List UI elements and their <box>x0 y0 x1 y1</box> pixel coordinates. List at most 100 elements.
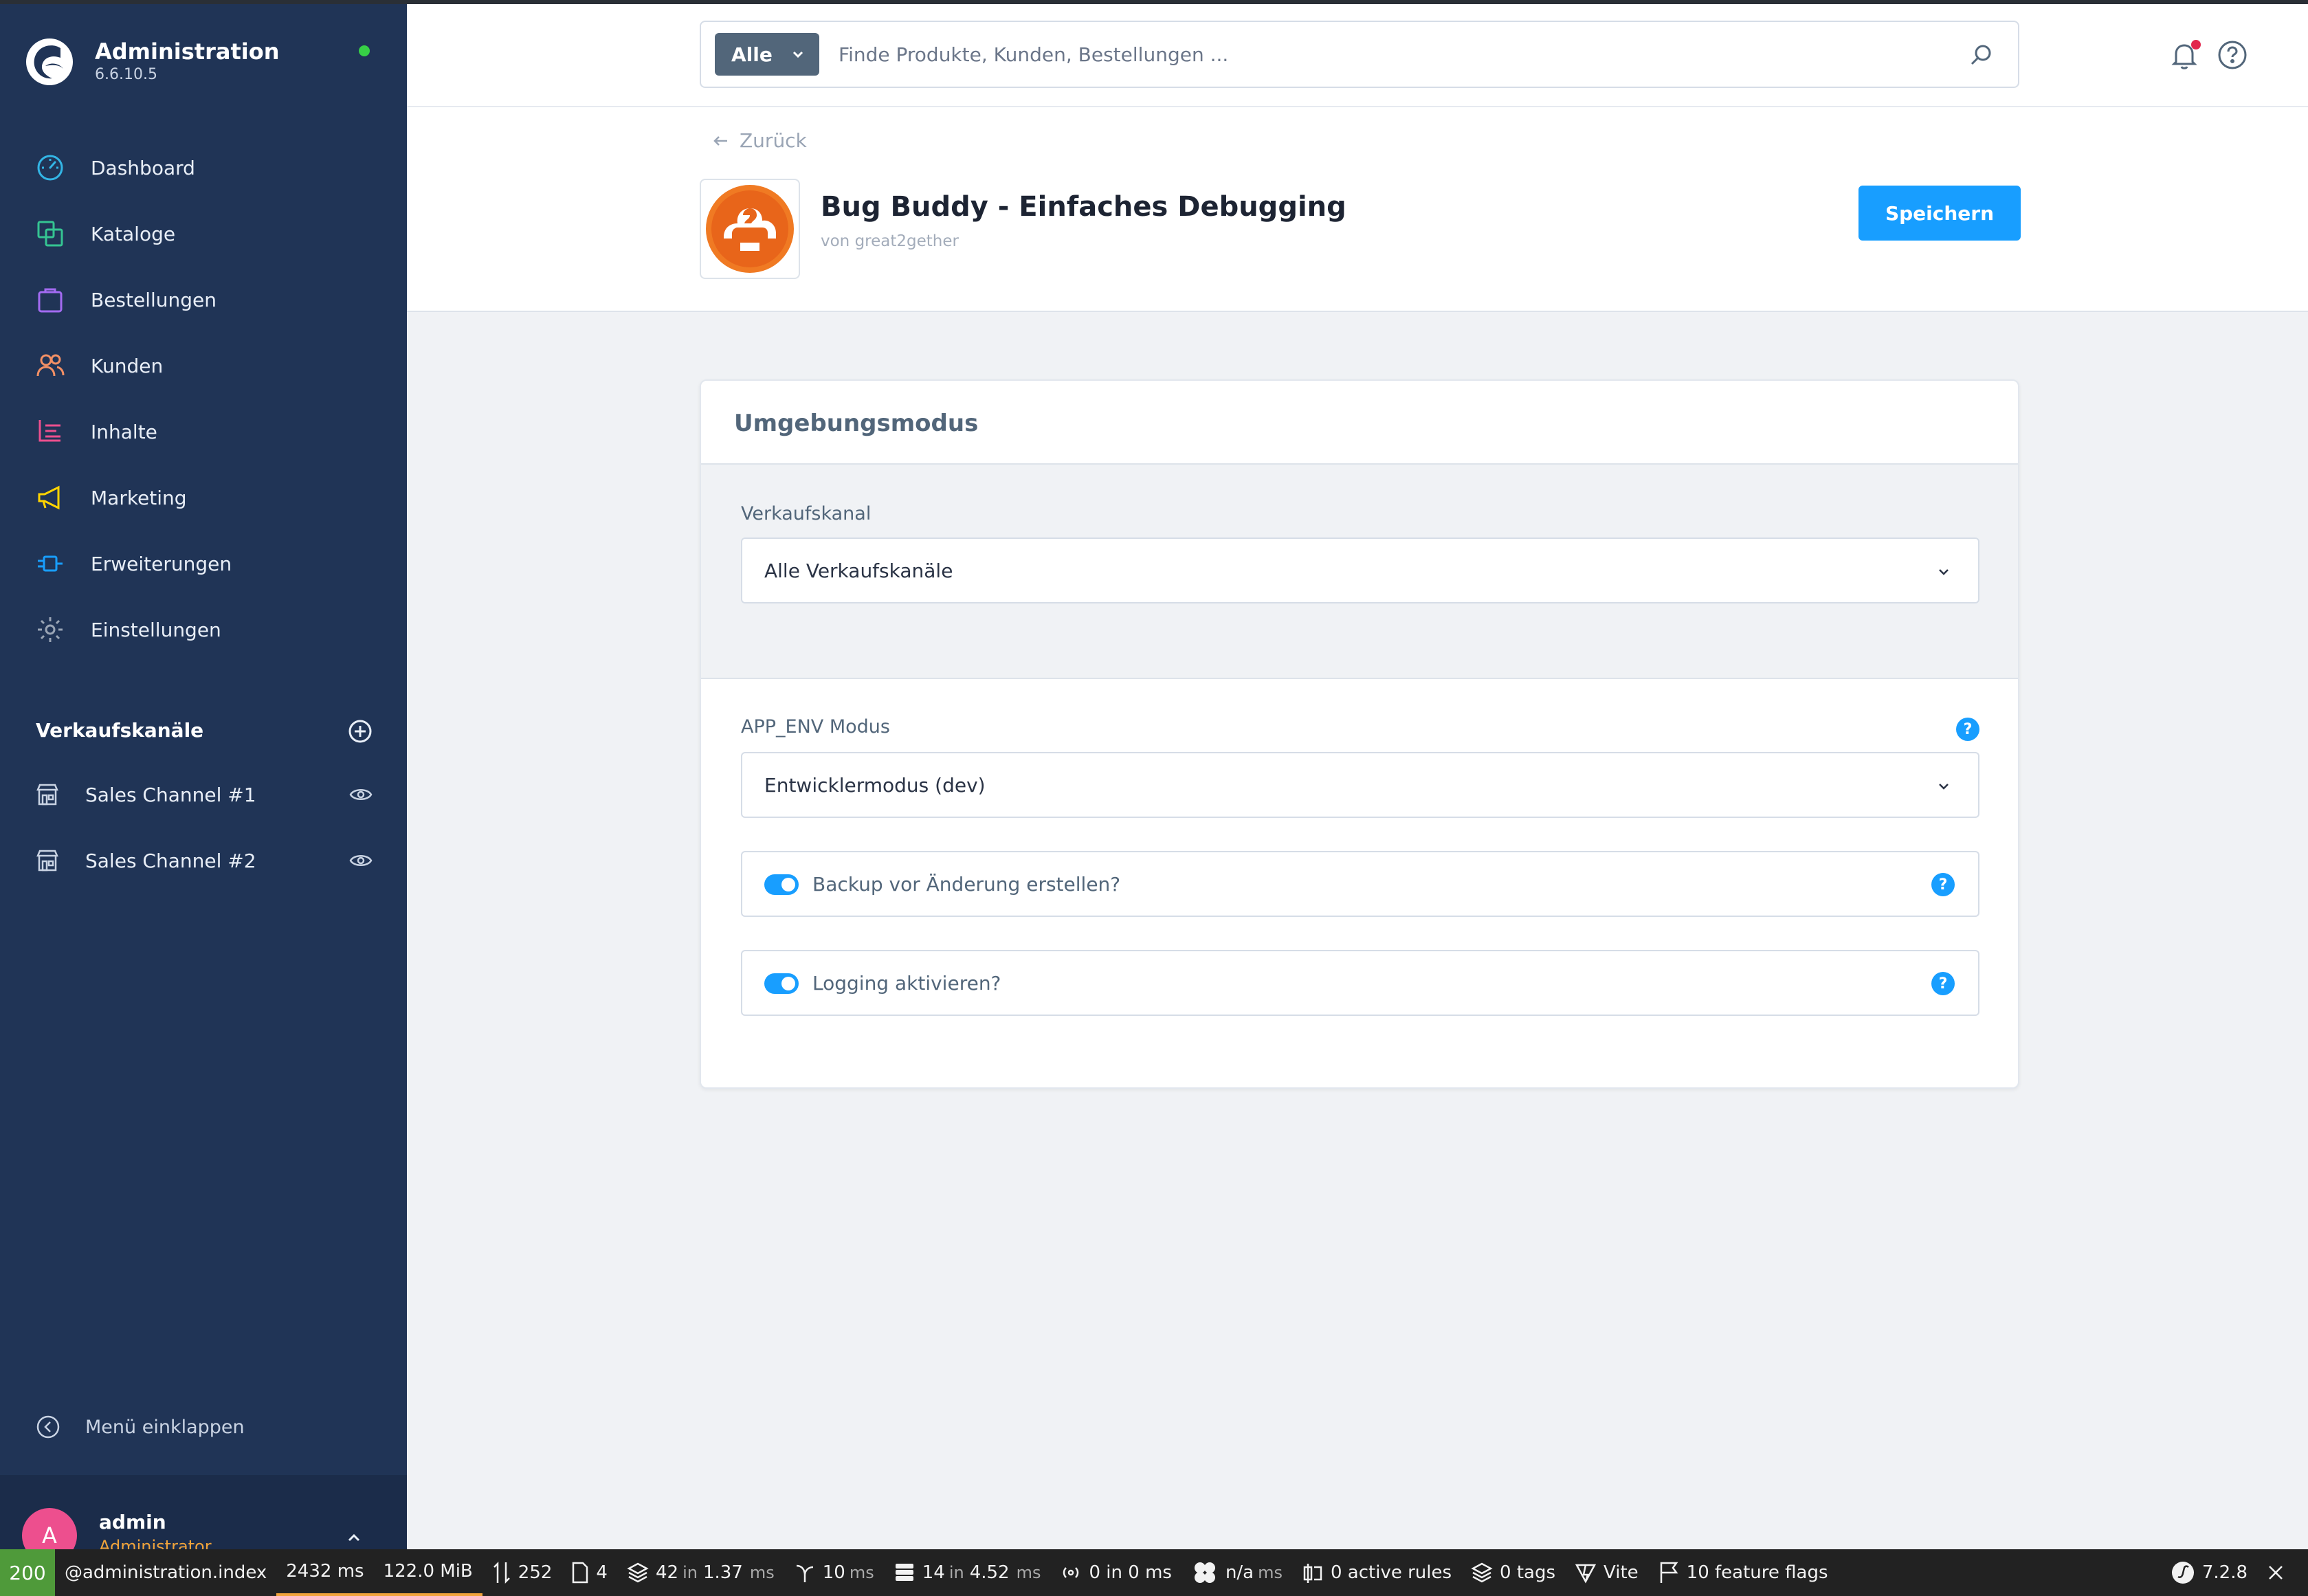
vite-icon <box>1575 1564 1597 1584</box>
search-type-label: Alle <box>731 43 773 66</box>
nav-item-catalog[interactable]: Kataloge <box>0 201 407 267</box>
eye-icon[interactable] <box>349 849 373 872</box>
database-info[interactable]: 14 in 4.52 ms <box>884 1549 1051 1596</box>
nav-label: Bestellungen <box>91 288 217 311</box>
event-icon <box>796 1564 813 1582</box>
status-code-badge[interactable]: 200 <box>0 1549 55 1596</box>
time-info[interactable]: 2432 ms <box>276 1549 374 1596</box>
app-title: Administration <box>95 38 280 65</box>
cache-in: in <box>683 1563 698 1582</box>
symfony-logo-icon <box>2171 1562 2194 1584</box>
settings-icon <box>38 617 63 642</box>
file-icon <box>573 1562 588 1584</box>
nav-item-dashboard[interactable]: Dashboard <box>0 135 407 201</box>
nav-item-content[interactable]: Inhalte <box>0 399 407 465</box>
search-icon[interactable] <box>1967 41 1995 69</box>
tags-info[interactable]: 0 tags <box>1461 1549 1565 1596</box>
user-menu[interactable]: A admin Administrator <box>0 1475 407 1549</box>
memory-info[interactable]: 122.0 MiB <box>373 1549 482 1596</box>
search-type-select[interactable]: Alle <box>715 33 819 76</box>
http-client-info[interactable]: 0 in 0 ms <box>1050 1549 1181 1596</box>
content-icon <box>38 420 60 442</box>
add-sales-channel-icon[interactable] <box>348 719 373 744</box>
storefront-icon <box>36 784 58 806</box>
divider <box>701 678 2018 679</box>
marketing-icon <box>38 485 60 510</box>
db-count: 14 <box>922 1562 945 1583</box>
requests-info[interactable]: 252 <box>482 1549 562 1596</box>
cache-unit: ms <box>749 1563 775 1582</box>
layers-icon <box>627 1562 649 1583</box>
files-info[interactable]: 4 <box>562 1549 617 1596</box>
db-in: in <box>948 1563 964 1582</box>
back-link[interactable]: Zurück <box>712 129 807 152</box>
online-status-dot <box>359 45 370 56</box>
nav-label: Kataloge <box>91 222 176 245</box>
app-env-help-icon[interactable]: ? <box>1956 718 1979 741</box>
chevron-down-icon <box>792 51 803 58</box>
logging-toggle[interactable] <box>764 973 799 994</box>
sales-channel-item[interactable]: Sales Channel #1 <box>36 774 373 815</box>
logging-help-icon[interactable]: ? <box>1931 972 1955 995</box>
nav-item-settings[interactable]: Einstellungen <box>0 597 407 663</box>
app-env-select[interactable]: Entwicklermodus (dev) <box>741 752 1979 818</box>
chevron-left-circle-icon <box>36 1415 60 1439</box>
user-name: admin <box>99 1511 166 1533</box>
feature-flags-summary: 10 feature flags <box>1686 1562 1828 1583</box>
collapse-menu-label: Menü einklappen <box>85 1416 245 1438</box>
arrow-left-icon <box>713 135 727 146</box>
search-input[interactable] <box>839 33 1924 76</box>
symfony-info[interactable]: 7.2.8 <box>2161 1549 2257 1596</box>
collapse-menu-button[interactable]: Menü einklappen <box>36 1415 245 1439</box>
plugin-author: von great2gether <box>821 232 959 250</box>
sales-channel-select[interactable]: Alle Verkaufskanäle <box>741 537 1979 603</box>
save-button[interactable]: Speichern <box>1858 186 2021 241</box>
vite-label: Vite <box>1604 1562 1639 1583</box>
nav-item-extensions[interactable]: Erweiterungen <box>0 531 407 597</box>
feature-flags-info[interactable]: 10 feature flags <box>1648 1549 1838 1596</box>
db-time: 4.52 <box>969 1562 1010 1583</box>
route-info[interactable]: @administration.index <box>55 1549 276 1596</box>
rules-summary: 0 active rules <box>1331 1562 1452 1583</box>
nav-item-orders[interactable]: Bestellungen <box>0 267 407 333</box>
nav-label: Erweiterungen <box>91 552 232 575</box>
sales-channels-title: Verkaufskanäle <box>36 719 204 742</box>
nav-item-customers[interactable]: Kunden <box>0 333 407 399</box>
db-unit: ms <box>1016 1563 1041 1582</box>
close-toolbar-button[interactable] <box>2257 1549 2308 1596</box>
debug-toolbar: 200 @administration.index 2432 ms 122.0 … <box>0 1549 2308 1596</box>
customers-icon <box>36 354 65 377</box>
vite-info[interactable]: Vite <box>1565 1549 1648 1596</box>
notification-badge <box>2191 40 2201 49</box>
nav-label: Marketing <box>91 486 187 509</box>
dashboard-icon <box>37 155 63 181</box>
backup-toggle[interactable] <box>764 874 799 895</box>
close-icon <box>2269 1566 2283 1580</box>
page-title: Bug Buddy - Einfaches Debugging <box>821 191 1346 223</box>
avatar: A <box>22 1508 77 1549</box>
eye-icon[interactable] <box>349 783 373 806</box>
shopware-logo-icon[interactable] <box>25 37 74 87</box>
nav-item-marketing[interactable]: Marketing <box>0 465 407 531</box>
sales-channel-label: Sales Channel #2 <box>85 849 256 872</box>
cache-info[interactable]: 42 in 1.37 ms <box>617 1549 784 1596</box>
toggle-knob <box>781 977 795 990</box>
backup-help-icon[interactable]: ? <box>1931 873 1955 896</box>
cache-time: 1.37 <box>702 1562 743 1583</box>
sales-channels-header: Verkaufskanäle <box>36 716 373 748</box>
rules-icon <box>1303 1564 1322 1583</box>
brand: Administration 6.6.10.5 <box>25 37 382 92</box>
user-role: Administrator <box>99 1537 212 1549</box>
chevron-up-icon[interactable] <box>344 1527 364 1548</box>
sales-channel-item[interactable]: Sales Channel #2 <box>36 840 373 881</box>
sidebar: Administration 6.6.10.5 Dashboard Katalo… <box>0 0 407 1549</box>
events-info[interactable]: 10 ms <box>784 1549 884 1596</box>
help-icon[interactable] <box>2216 38 2249 71</box>
database-icon <box>895 1564 913 1581</box>
plugin-logo <box>700 179 800 279</box>
twig-info[interactable]: n/a ms <box>1181 1549 1292 1596</box>
environment-card: Umgebungsmodus Verkaufskanal Alle Verkau… <box>700 379 2019 1089</box>
app-env-select-value: Entwicklermodus (dev) <box>764 774 986 797</box>
rules-info[interactable]: 0 active rules <box>1292 1549 1461 1596</box>
nav-label: Einstellungen <box>91 618 221 641</box>
